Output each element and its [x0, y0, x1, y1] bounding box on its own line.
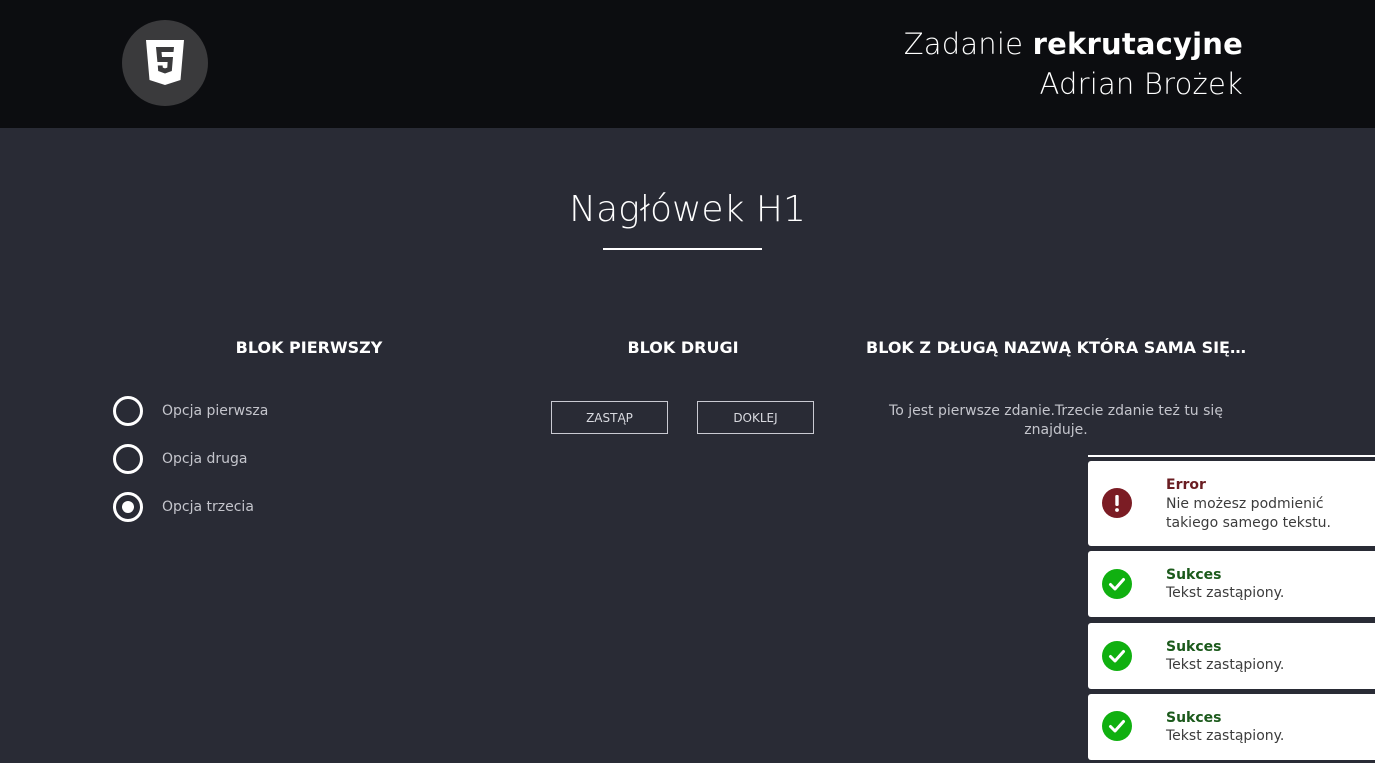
radio-option-1[interactable]: Opcja pierwsza: [113, 396, 268, 426]
html5-logo[interactable]: [122, 20, 208, 106]
author-name: Adrian Brożek: [1039, 67, 1243, 101]
radio-button[interactable]: [113, 396, 143, 426]
toast-title: Sukces: [1166, 567, 1222, 583]
toast-success[interactable]: Sukces Tekst zastąpiony.: [1088, 623, 1375, 689]
toast-message: Tekst zastąpiony.: [1166, 585, 1285, 601]
checkmark-icon: [1102, 641, 1132, 671]
heading-underline: [603, 248, 762, 250]
block2-title: BLOK DRUGI: [627, 338, 739, 357]
radio-label: Opcja pierwsza: [162, 403, 269, 419]
toast-title: Sukces: [1166, 639, 1222, 655]
radio-selected-dot: [122, 501, 134, 513]
toast-message: Nie możesz podmienić takiego samego teks…: [1166, 496, 1331, 531]
block3-title: BLOK Z DŁUGĄ NAZWĄ KTÓRA SAMA SIĘ PR...: [866, 338, 1246, 357]
toast-error[interactable]: Error Nie możesz podmienić takiego sameg…: [1088, 461, 1375, 546]
toast-message: Tekst zastąpiony.: [1166, 657, 1285, 673]
toast-message: Tekst zastąpiony.: [1166, 728, 1285, 744]
checkmark-icon: [1102, 569, 1132, 599]
exclamation-icon: [1102, 488, 1132, 518]
radio-label: Opcja druga: [162, 451, 248, 467]
block3-text: To jest pierwsze zdanie.Trzecie zdanie t…: [889, 403, 1223, 438]
radio-option-2[interactable]: Opcja druga: [113, 444, 248, 474]
header: Zadanie rekrutacyjne Adrian Brożek: [0, 0, 1375, 128]
toast-stack-edge: [1088, 455, 1375, 457]
page: Zadanie rekrutacyjne Adrian Brożek Nagłó…: [0, 0, 1375, 763]
replace-button[interactable]: ZASTĄP: [551, 401, 668, 434]
toast-success[interactable]: Sukces Tekst zastąpiony.: [1088, 694, 1375, 760]
checkmark-icon: [1102, 711, 1132, 741]
radio-option-3[interactable]: Opcja trzecia: [113, 492, 254, 522]
append-button[interactable]: DOKLEJ: [697, 401, 814, 434]
title-regular: Zadanie: [903, 27, 1024, 61]
block1-title: BLOK PIERWSZY: [235, 338, 383, 357]
title-line: Zadanie rekrutacyjne: [904, 24, 1243, 64]
radio-button-selected[interactable]: [113, 492, 143, 522]
radio-button[interactable]: [113, 444, 143, 474]
toast-title: Sukces: [1166, 710, 1222, 726]
toast-success[interactable]: Sukces Tekst zastąpiony.: [1088, 551, 1375, 617]
site-title: Zadanie rekrutacyjne Adrian Brożek: [904, 24, 1243, 104]
toast-title: Error: [1166, 477, 1206, 493]
html5-icon: [146, 40, 184, 85]
radio-label: Opcja trzecia: [162, 499, 254, 515]
page-heading: Nagłówek H1: [569, 189, 806, 230]
title-bold: rekrutacyjne: [1032, 27, 1243, 61]
